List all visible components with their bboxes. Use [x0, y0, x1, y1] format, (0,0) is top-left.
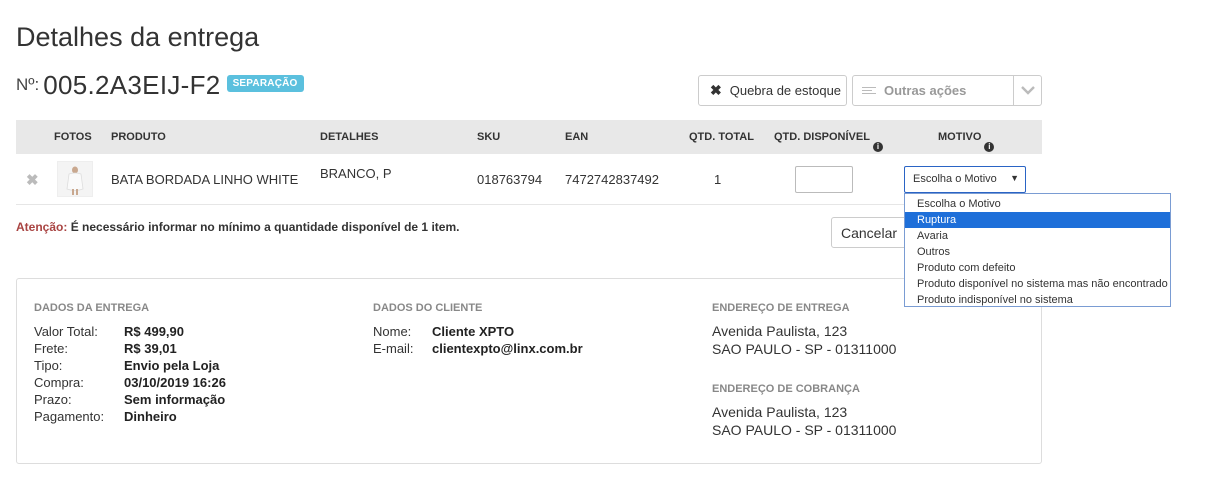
field-label: E-mail:: [373, 341, 414, 356]
motivo-select-value: Escolha o Motivo: [913, 173, 997, 185]
motivo-option[interactable]: Produto indisponível no sistema: [905, 292, 1170, 308]
order-number-prefix: Nº:: [16, 75, 40, 94]
delivery-field: Frete: R$ 39,01: [34, 340, 334, 357]
quebra-de-estoque-button[interactable]: ✖ Quebra de estoque: [698, 75, 847, 106]
product-sku: 018763794: [477, 172, 543, 187]
client-fields: Nome: Cliente XPTO E-mail: clientexpto@lin…: [373, 323, 673, 357]
status-badge: SEPARAÇÃO: [226, 75, 304, 92]
billing-address: Avenida Paulista, 123 SAO PAULO - SP - 0…: [712, 403, 896, 439]
remove-icon[interactable]: ✖: [26, 171, 39, 189]
header-qtd-disponivel-label: QTD. DISPONÍVEL: [774, 131, 870, 143]
field-label: Nome:: [373, 324, 412, 339]
header-motivo-label: MOTIVO: [938, 131, 982, 143]
field-label: Compra:: [34, 375, 84, 390]
table-row: ✖ BATA BORDADA LINHO WHITE BRANCO, P 018…: [16, 155, 1042, 205]
qty-disponivel-input[interactable]: [795, 166, 853, 193]
header-ean: EAN: [565, 131, 589, 143]
delivery-field: Prazo: Sem informação: [34, 391, 334, 408]
outras-acoes-label: Outras ações: [884, 83, 967, 98]
quebra-de-estoque-label: Quebra de estoque: [729, 83, 842, 98]
info-icon[interactable]: i: [984, 142, 995, 152]
client-field: Nome: Cliente XPTO: [373, 323, 673, 340]
outras-acoes-dropdown[interactable]: Outras ações: [852, 75, 1042, 106]
field-value: R$ 499,90: [124, 324, 184, 339]
field-label: Tipo:: [34, 358, 63, 373]
header-qtd-total: QTD. TOTAL: [689, 131, 754, 143]
field-value: Dinheiro: [124, 409, 177, 424]
caret-down-icon: ▼: [1010, 173, 1019, 183]
motivo-option[interactable]: Produto disponível no sistema mas não en…: [905, 276, 1170, 292]
header-fotos: FOTOS: [54, 131, 92, 143]
cancel-button[interactable]: Cancelar: [831, 217, 907, 248]
product-qty-total: 1: [714, 172, 722, 187]
info-icon[interactable]: i: [872, 142, 883, 152]
motivo-option[interactable]: Outros: [905, 244, 1170, 260]
field-value: R$ 39,01: [124, 341, 177, 356]
order-header: Nº: 005.2A3EIJ-F2 SEPARAÇÃO: [16, 70, 304, 101]
motivo-option[interactable]: Escolha o Motivo: [905, 196, 1170, 212]
warning-label: Atenção:: [16, 220, 68, 234]
address-line: Avenida Paulista, 123: [712, 404, 848, 420]
billing-address-title: ENDEREÇO DE COBRANÇA: [712, 383, 860, 395]
address-line: Avenida Paulista, 123: [712, 323, 848, 339]
delivery-info-panel: DADOS DA ENTREGA Valor Total: R$ 499,90 F…: [16, 278, 1042, 464]
product-details: BRANCO, P: [320, 166, 392, 181]
delivery-field: Pagamento: Dinheiro: [34, 408, 334, 425]
delivery-field: Compra: 03/10/2019 16:26: [34, 374, 334, 391]
products-table-header: FOTOS PRODUTO DETALHES SKU EAN QTD. TOTA…: [16, 120, 1042, 154]
field-label: Valor Total:: [34, 324, 98, 339]
field-value: Sem informação: [124, 392, 226, 407]
client-field: E-mail: clientexpto@linx.com.br: [373, 340, 673, 357]
client-section-title: DADOS DO CLIENTE: [373, 302, 483, 314]
warning-message: Atenção: É necessário informar no mínimo…: [16, 220, 459, 234]
delivery-field: Valor Total: R$ 499,90: [34, 323, 334, 340]
product-name: BATA BORDADA LINHO WHITE: [111, 172, 299, 187]
header-sku: SKU: [477, 131, 501, 143]
delivery-address: Avenida Paulista, 123 SAO PAULO - SP - 0…: [712, 322, 896, 358]
address-line: SAO PAULO - SP - 01311000: [712, 341, 897, 357]
delivery-address-title: ENDEREÇO DE ENTREGA: [712, 302, 850, 314]
header-motivo: MOTIVO i: [938, 131, 995, 152]
motivo-option[interactable]: Produto com defeito: [905, 260, 1170, 276]
field-value: Envio pela Loja: [124, 358, 220, 373]
product-photo: [57, 161, 93, 197]
field-value: Cliente XPTO: [432, 324, 515, 339]
delivery-section-title: DADOS DA ENTREGA: [34, 302, 150, 314]
field-label: Pagamento:: [34, 409, 105, 424]
motivo-option[interactable]: Avaria: [905, 228, 1170, 244]
list-icon: [862, 87, 876, 94]
chevron-down-icon[interactable]: [1013, 76, 1041, 105]
address-line: SAO PAULO - SP - 01311000: [712, 422, 897, 438]
field-label: Frete:: [34, 341, 68, 356]
header-qtd-disponivel: QTD. DISPONÍVEL i: [774, 131, 883, 152]
warning-text: É necessário informar no mínimo a quanti…: [70, 220, 460, 234]
header-produto: PRODUTO: [111, 131, 166, 143]
motivo-option-highlighted[interactable]: Ruptura: [905, 212, 1170, 228]
motivo-dropdown-list[interactable]: Escolha o Motivo Ruptura Avaria Outros P…: [904, 193, 1171, 307]
delivery-fields: Valor Total: R$ 499,90 Frete: R$ 39,01 Tip…: [34, 323, 334, 425]
close-icon: ✖: [710, 82, 722, 98]
field-value: 03/10/2019 16:26: [124, 375, 226, 390]
field-label: Prazo:: [34, 392, 72, 407]
motivo-select[interactable]: Escolha o Motivo ▼: [904, 166, 1026, 193]
product-ean: 7472742837492: [565, 172, 659, 187]
header-detalhes: DETALHES: [320, 131, 379, 143]
order-number: 005.2A3EIJ-F2: [43, 70, 221, 100]
field-value: clientexpto@linx.com.br: [432, 341, 583, 356]
delivery-field: Tipo: Envio pela Loja: [34, 357, 334, 374]
page-title: Detalhes da entrega: [16, 22, 260, 52]
